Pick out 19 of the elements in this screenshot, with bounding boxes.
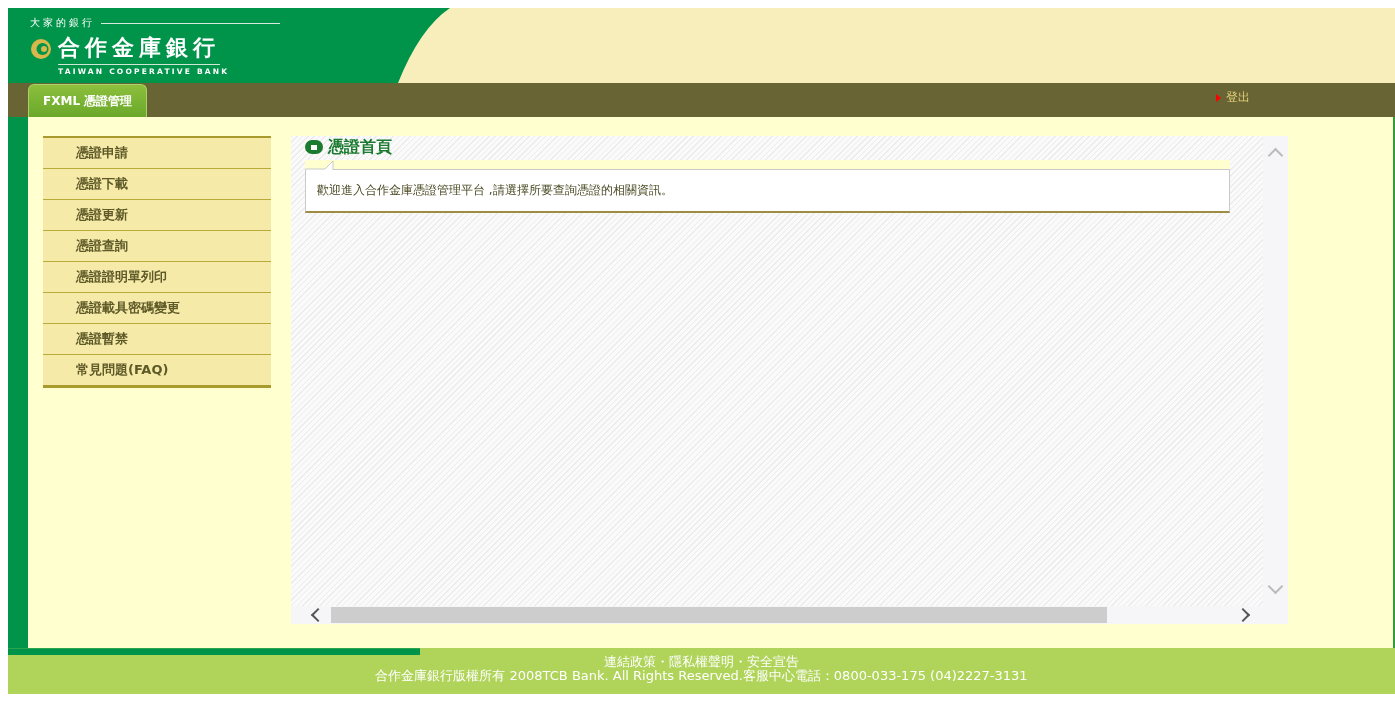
copyright-text: 合作金庫銀行版權所有 2008TCB Bank. All Rights Reserved.客服中心電話：0800-033-175 (04)2227-3131 <box>375 669 1028 684</box>
page-title: 憑證首頁 <box>328 136 392 158</box>
sidebar-item[interactable]: 憑證申請 <box>43 138 271 170</box>
bank-logo-icon <box>30 38 52 60</box>
bullet-icon <box>305 140 323 155</box>
sidebar-item[interactable]: 憑證更新 <box>43 200 271 232</box>
sidebar-item[interactable]: 憑證暫禁 <box>43 324 271 356</box>
speech-bubble-tail <box>305 160 335 171</box>
sidebar-item[interactable]: 憑證查詢 <box>43 231 271 263</box>
triangle-icon <box>1216 93 1221 102</box>
sidebar-item[interactable]: 憑證載具密碼變更 <box>43 293 271 325</box>
bank-name: 合作金庫銀行 <box>58 33 220 65</box>
sidebar-item[interactable]: 憑證證明單列印 <box>43 262 271 294</box>
separator-dot: ・ <box>734 655 747 670</box>
slogan-text: 大家的銀行 <box>30 16 95 30</box>
sidebar-item[interactable]: 常見問題(FAQ) <box>43 355 271 386</box>
sidebar-item[interactable]: 憑證下載 <box>43 169 271 201</box>
separator-dot: ・ <box>656 655 669 670</box>
logout-link[interactable]: 登出 <box>1216 89 1250 107</box>
